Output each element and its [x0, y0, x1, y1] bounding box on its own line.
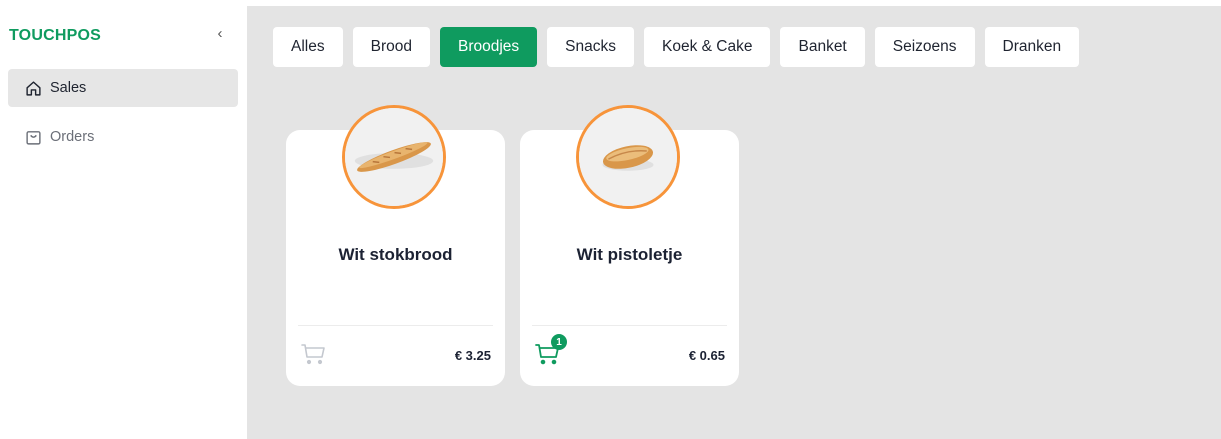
- divider: [532, 325, 727, 326]
- product-name: Wit stokbrood: [338, 245, 453, 264]
- sidebar-item-sales[interactable]: Sales: [8, 69, 238, 107]
- product-card[interactable]: Wit pistoletje 1 € 0.65: [520, 105, 739, 386]
- product-card[interactable]: Wit stokbrood € 3.25: [286, 105, 505, 386]
- tab-dranken[interactable]: Dranken: [984, 27, 1080, 67]
- product-image: [342, 105, 446, 209]
- tab-koek-cake[interactable]: Koek & Cake: [644, 27, 771, 67]
- tab-alles[interactable]: Alles: [273, 27, 343, 67]
- tab-broodjes[interactable]: Broodjes: [439, 27, 538, 67]
- product-name: Wit pistoletje: [576, 245, 683, 264]
- sidebar-item-label: Orders: [50, 129, 95, 145]
- chevron-left-icon[interactable]: ‹: [212, 26, 228, 42]
- home-icon: [25, 80, 42, 97]
- cart-count-badge: 1: [551, 334, 567, 350]
- tab-banket[interactable]: Banket: [780, 27, 865, 67]
- product-image: [576, 105, 680, 209]
- sidebar-item-label: Sales: [50, 80, 87, 96]
- divider: [298, 325, 493, 326]
- app-logo: TOUCHPOS: [9, 27, 101, 44]
- sidebar: TOUCHPOS ‹ Sales Orders: [0, 0, 247, 439]
- shopping-bag-icon: [25, 129, 42, 146]
- tab-seizoens[interactable]: Seizoens: [874, 27, 975, 67]
- category-tabs: Alles Brood Broodjes Snacks Koek & Cake …: [273, 27, 1080, 67]
- tab-snacks[interactable]: Snacks: [547, 27, 635, 67]
- sidebar-item-orders[interactable]: Orders: [8, 118, 238, 156]
- main-content: Alles Brood Broodjes Snacks Koek & Cake …: [247, 6, 1221, 439]
- product-price: € 3.25: [454, 348, 491, 363]
- product-price: € 0.65: [688, 348, 725, 363]
- cart-icon[interactable]: [301, 341, 327, 367]
- tab-brood[interactable]: Brood: [352, 27, 430, 67]
